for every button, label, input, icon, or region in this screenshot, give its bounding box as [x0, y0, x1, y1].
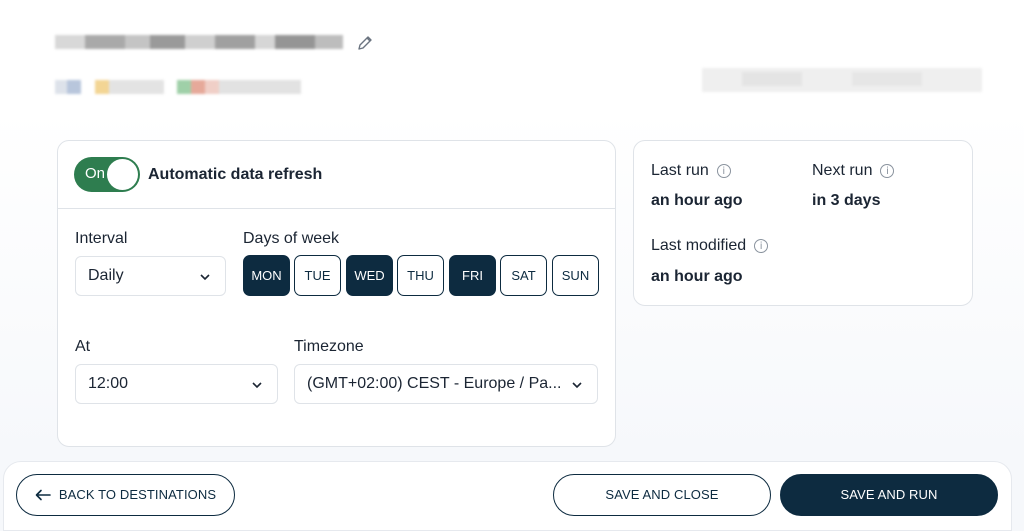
- card-divider: [58, 208, 615, 209]
- chevron-down-icon: [252, 382, 262, 389]
- info-icon[interactable]: i: [754, 238, 769, 253]
- last-run-value: an hour ago: [651, 192, 743, 209]
- day-toggle-thu[interactable]: THU: [397, 255, 444, 296]
- interval-select[interactable]: Daily: [75, 256, 226, 296]
- back-label: BACK TO DESTINATIONS: [58, 487, 217, 502]
- day-toggle-fri[interactable]: FRI: [449, 255, 496, 296]
- last-modified-label: Last modified i: [651, 237, 769, 255]
- redacted-tags: [55, 80, 301, 94]
- time-value: 12:00: [88, 375, 129, 392]
- redacted-title: [55, 35, 343, 51]
- day-toggle-tue[interactable]: TUE: [294, 255, 341, 296]
- timezone-label: Timezone: [294, 338, 364, 355]
- auto-refresh-toggle[interactable]: On: [74, 157, 140, 192]
- time-select[interactable]: 12:00: [75, 364, 278, 404]
- chevron-down-icon: [200, 274, 210, 281]
- save-run-label: SAVE AND RUN: [840, 487, 938, 502]
- save-close-label: SAVE AND CLOSE: [605, 487, 719, 502]
- next-run-value: in 3 days: [812, 192, 881, 209]
- day-toggle-sun[interactable]: SUN: [552, 255, 599, 296]
- last-run-label: Last run i: [651, 162, 731, 180]
- toggle-knob: [107, 159, 138, 190]
- arrow-left-icon: [35, 489, 51, 500]
- chevron-down-icon: [572, 382, 582, 389]
- day-toggle-sat[interactable]: SAT: [500, 255, 547, 296]
- save-and-run-button[interactable]: SAVE AND RUN: [780, 474, 998, 516]
- days-of-week-label: Days of week: [243, 230, 340, 247]
- last-modified-value: an hour ago: [651, 268, 743, 285]
- save-and-close-button[interactable]: SAVE AND CLOSE: [553, 474, 771, 516]
- back-to-destinations-button[interactable]: BACK TO DESTINATIONS: [16, 474, 235, 516]
- info-icon[interactable]: i: [880, 163, 895, 178]
- pencil-icon[interactable]: [356, 34, 374, 52]
- toggle-label: On: [85, 165, 106, 182]
- interval-value: Daily: [88, 267, 124, 284]
- day-toggle-mon[interactable]: MON: [243, 255, 290, 296]
- auto-refresh-title: Automatic data refresh: [148, 166, 323, 183]
- redacted-meta: [702, 68, 982, 92]
- at-label: At: [75, 338, 91, 355]
- day-toggle-wed[interactable]: WED: [346, 255, 393, 296]
- next-run-label: Next run i: [812, 162, 895, 180]
- interval-label: Interval: [75, 230, 128, 247]
- timezone-value: (GMT+02:00) CEST - Europe / Pa...: [307, 375, 562, 392]
- timezone-select[interactable]: (GMT+02:00) CEST - Europe / Pa...: [294, 364, 598, 404]
- info-icon[interactable]: i: [716, 163, 731, 178]
